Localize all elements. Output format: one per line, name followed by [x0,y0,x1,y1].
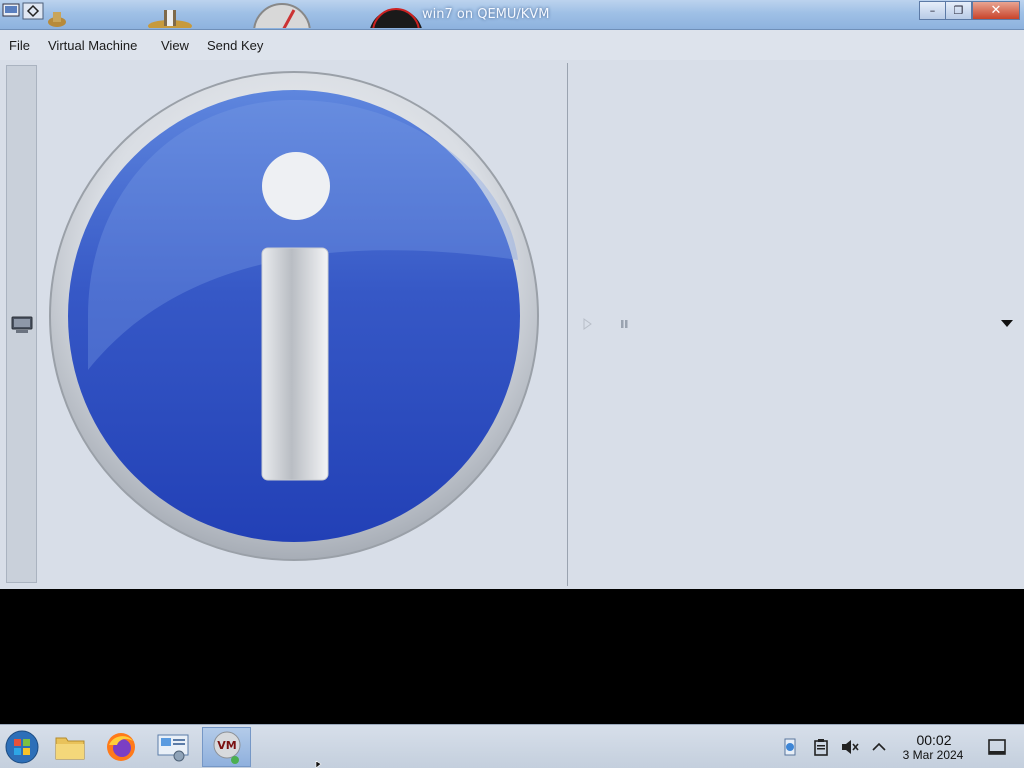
chevron-up-icon [872,742,886,751]
deco-thumbnail-icon [148,10,192,28]
start-button[interactable] [0,727,44,767]
app-menu-icon[interactable] [2,3,20,17]
show-desktop-button[interactable] [987,737,1007,757]
close-button[interactable]: ✕ [972,1,1020,20]
taskbar-file-manager[interactable] [48,727,92,767]
start-orb-icon [5,730,39,764]
file-manager-icon [55,737,85,760]
pin-icon[interactable] [22,2,44,20]
close-icon: ✕ [990,3,1002,18]
updates-icon [784,738,796,756]
tray-clock-date[interactable]: 3 Mar 2024 [893,748,973,762]
taskbar-control-panel[interactable] [151,727,195,767]
pause-icon[interactable] [619,318,629,330]
vm-display[interactable] [0,60,1024,589]
firefox-icon [107,733,135,761]
monitor-icon[interactable] [11,316,33,334]
window-titlebar[interactable]: win7 on QEMU/KVM – ❐ ✕ [0,0,1024,30]
show-desktop-icon [988,739,1006,755]
tray-clipboard[interactable] [811,737,831,757]
menu-view[interactable]: View [161,38,189,53]
tray-clock-time[interactable]: 00:02 [904,732,964,748]
maximize-button[interactable]: ❐ [945,1,972,20]
minimize-button[interactable]: – [919,1,946,20]
virt-manager-icon: VM [213,731,240,764]
maximize-icon: ❐ [953,4,964,17]
info-icon [49,71,539,561]
volume-muted-icon [842,740,859,754]
mouse-cursor-icon [315,761,322,768]
menu-virtual-machine[interactable]: Virtual Machine [48,38,137,53]
chevron-down-icon[interactable] [1000,319,1014,328]
taskbar: VM [0,724,1024,768]
tray-volume[interactable] [840,737,860,757]
tray-updates[interactable] [780,737,800,757]
play-icon[interactable] [582,318,592,330]
taskbar-firefox[interactable] [99,727,143,767]
menu-bar: File Virtual Machine View Send Key [0,30,1024,60]
svg-text:VM: VM [217,739,236,752]
deco-thumbnail-icon [48,12,66,27]
clipboard-icon [814,739,828,756]
console-black-area [0,589,1024,724]
control-panel-icon [157,734,189,762]
taskbar-virt-manager[interactable]: VM [202,727,251,767]
deco-thumbnail-icon [370,8,422,28]
menu-file[interactable]: File [9,38,30,53]
deco-thumbnail-icon [253,3,311,28]
window-title: win7 on QEMU/KVM [422,7,550,22]
side-panel [6,65,37,583]
tray-expand[interactable] [869,737,889,757]
menu-send-key[interactable]: Send Key [207,38,263,53]
minimize-icon: – [929,4,936,17]
pane-divider[interactable] [567,63,568,586]
